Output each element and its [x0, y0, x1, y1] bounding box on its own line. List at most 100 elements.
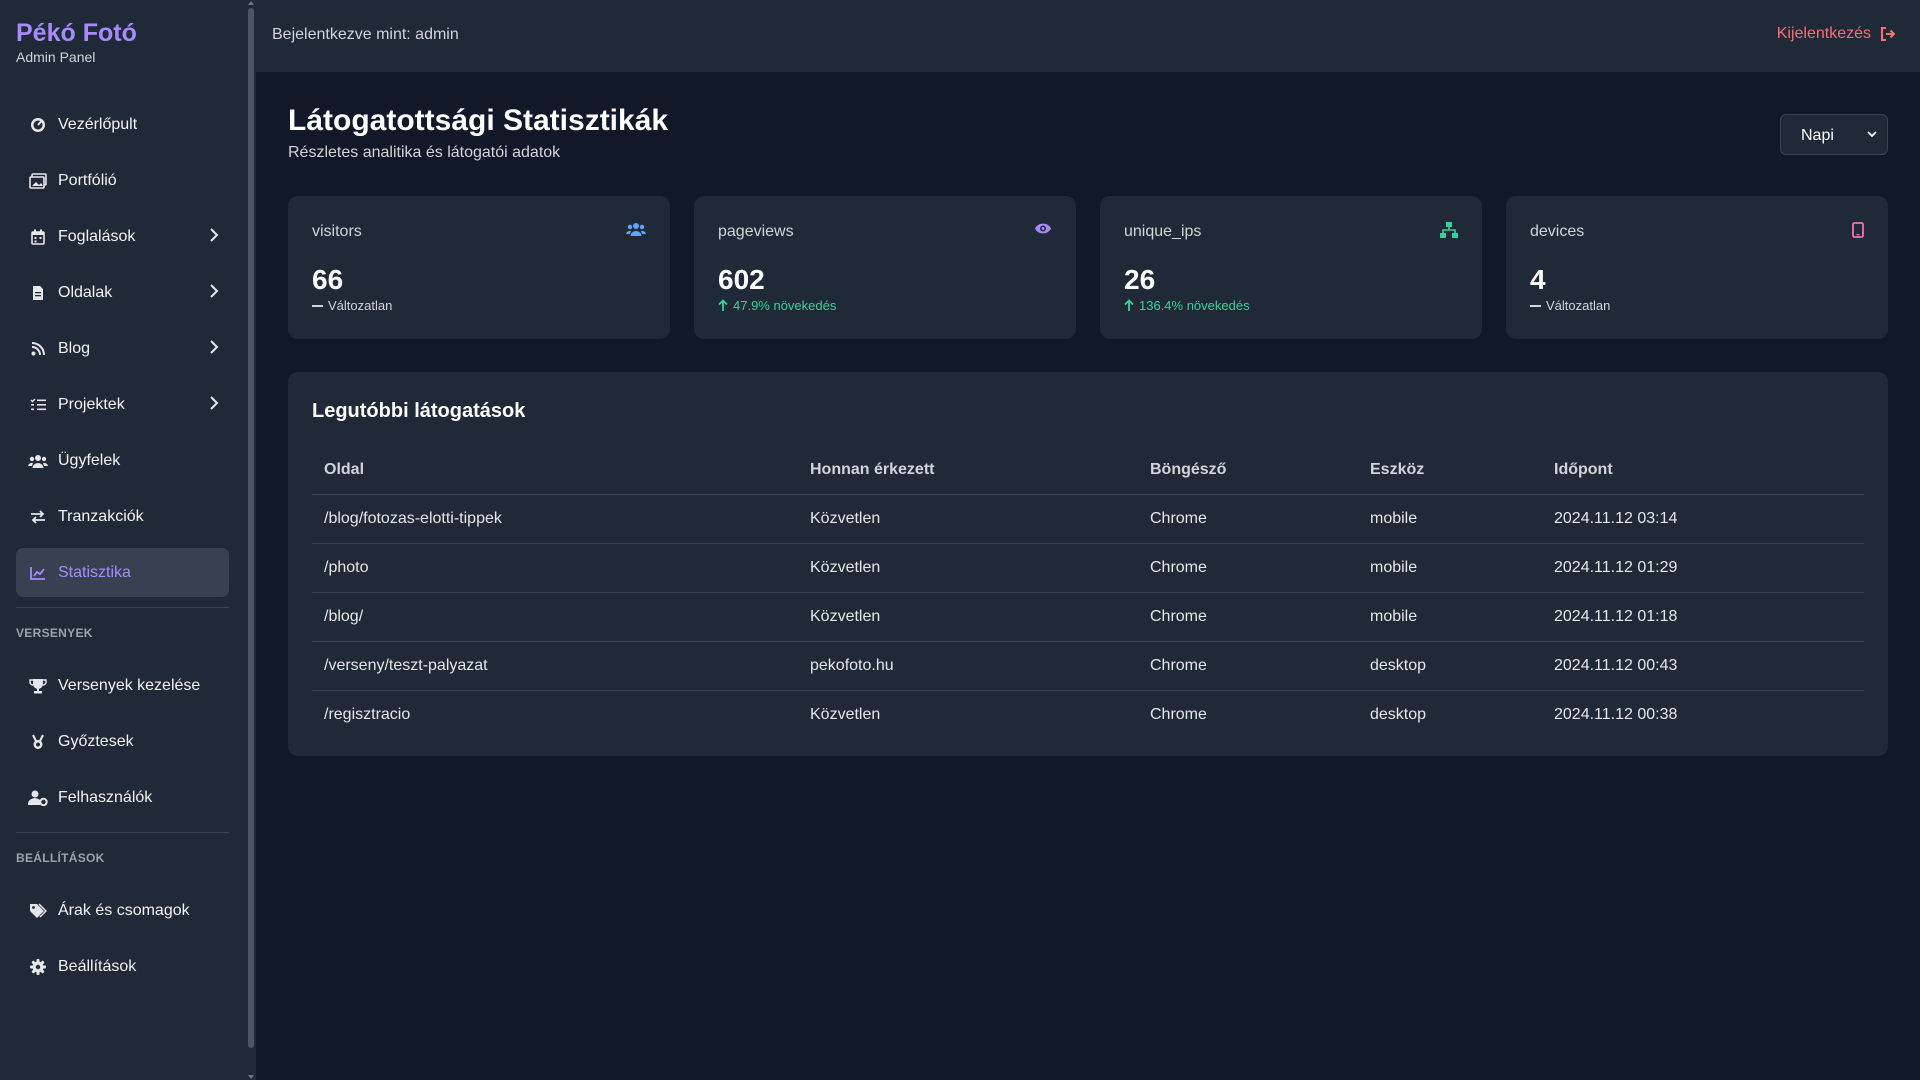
- table-row: /verseny/teszt-palyazat pekofoto.hu Chro…: [312, 641, 1864, 691]
- chevron-right-icon: [209, 395, 219, 416]
- sidebar-scrollbar[interactable]: [246, 0, 256, 1080]
- stat-card-pageviews: pageviews 602 47.9% növekedés: [694, 196, 1076, 339]
- cell-time: 2024.11.12 03:14: [1542, 494, 1864, 544]
- stat-card-change: Változatlan: [312, 298, 392, 313]
- cell-time: 2024.11.12 01:18: [1542, 592, 1864, 642]
- column-header-bongeszo: Böngésző: [1138, 446, 1358, 495]
- scrollbar-thumb[interactable]: [248, 8, 254, 1048]
- brand[interactable]: Pékó Fotó Admin Panel: [16, 18, 137, 66]
- stat-card-label: unique_ips: [1124, 223, 1202, 240]
- sidebar-item-label: Tranzakciók: [58, 507, 144, 525]
- sidebar-item-gyoztesek[interactable]: Győztesek: [16, 717, 229, 766]
- arrow-up-icon: [1124, 299, 1134, 312]
- dash-icon: [1530, 304, 1541, 308]
- cell-referrer: Közvetlen: [810, 705, 881, 723]
- sidebar-item-label: Portfólió: [58, 171, 117, 189]
- blog-icon: [28, 339, 48, 359]
- chevron-down-icon: [1867, 131, 1877, 138]
- sidebar-item-label: Foglalások: [58, 227, 136, 245]
- sidebar-item-oldalak[interactable]: Oldalak: [16, 268, 229, 317]
- sidebar-item-foglalasok[interactable]: Foglalások: [16, 212, 229, 261]
- users-icon: [28, 451, 48, 471]
- dash-icon: [312, 304, 323, 308]
- arrow-up-icon: [718, 299, 728, 312]
- scroll-up-arrow-icon[interactable]: [248, 1, 254, 5]
- file-icon: [28, 283, 48, 303]
- stat-card-change: 136.4% növekedés: [1124, 298, 1250, 313]
- recent-visits-title: Legutóbbi látogatások: [312, 400, 526, 422]
- stat-card-change-text: 136.4% növekedés: [1139, 298, 1250, 313]
- stat-card-label: visitors: [312, 223, 362, 240]
- logged-in-label: Bejelentkezve mint: admin: [272, 26, 459, 43]
- chevron-right-icon: [209, 283, 219, 304]
- cell-browser: Chrome: [1138, 641, 1358, 691]
- exchange-icon: [28, 507, 48, 527]
- sidebar-section-title: VERSENYEK: [16, 607, 229, 651]
- sidebar-item-vezerlopult[interactable]: Vezérlőpult: [16, 100, 229, 149]
- sidebar-item-portfolio[interactable]: Portfólió: [16, 156, 229, 205]
- sidebar-item-label: Blog: [58, 339, 91, 357]
- user-gear-icon: [28, 788, 48, 808]
- sidebar-item-arak-es-csomagok[interactable]: Árak és csomagok: [16, 886, 229, 935]
- dashboard-icon: [28, 115, 48, 135]
- sidebar-item-blog[interactable]: Blog: [16, 324, 229, 373]
- chevron-right-icon: [209, 339, 219, 360]
- stat-card-devices: devices 4 Változatlan: [1506, 196, 1888, 339]
- cell-page: /blog/fotozas-elotti-tippek: [312, 494, 798, 544]
- topbar: Bejelentkezve mint: admin Kijelentkezés: [256, 0, 1920, 72]
- stat-card-change: 47.9% növekedés: [718, 298, 836, 313]
- sidebar-item-ugyfelek[interactable]: Ügyfelek: [16, 436, 229, 485]
- period-select[interactable]: Napi: [1780, 114, 1888, 155]
- sidebar: Pékó Fotó Admin Panel Vezérlőpult Portfó…: [0, 0, 246, 1080]
- stat-card-unique-ips: unique_ips 26 136.4% növekedés: [1100, 196, 1482, 339]
- tags-icon: [28, 901, 48, 921]
- stat-card-change-text: Változatlan: [328, 298, 393, 313]
- sidebar-item-label: Oldalak: [58, 283, 113, 301]
- cell-browser: Chrome: [1138, 543, 1358, 593]
- sidebar-item-statisztika[interactable]: Statisztika: [16, 548, 229, 597]
- sidebar-section-title: BEÁLLÍTÁSOK: [16, 832, 229, 876]
- cell-page: /photo: [312, 543, 798, 593]
- sidebar-item-label: Győztesek: [58, 732, 134, 750]
- sidebar-item-versenyek-kezelese[interactable]: Versenyek kezelése: [16, 661, 229, 710]
- stat-card-value: 26: [1124, 264, 1156, 295]
- cell-page: /verseny/teszt-palyazat: [312, 641, 798, 691]
- sidebar-item-label: Ügyfelek: [58, 451, 121, 469]
- cell-device: mobile: [1358, 592, 1542, 642]
- column-header-oldal: Oldal: [312, 446, 798, 495]
- cell-browser: Chrome: [1138, 494, 1358, 544]
- logout-button[interactable]: Kijelentkezés: [1777, 25, 1896, 43]
- cell-browser: Chrome: [1138, 592, 1358, 642]
- stat-card-label: devices: [1530, 223, 1585, 240]
- cell-device: desktop: [1358, 641, 1542, 691]
- brand-subtitle: Admin Panel: [16, 49, 96, 65]
- table-row: /regisztracio Közvetlen Chrome desktop 2…: [312, 690, 1864, 739]
- period-select-value: Napi: [1801, 127, 1834, 144]
- table-row: /blog/ Közvetlen Chrome mobile 2024.11.1…: [312, 592, 1864, 642]
- sign-out-icon: [1881, 27, 1896, 41]
- recent-visits-table: Oldal Honnan érkezett Böngésző Eszköz Id…: [312, 446, 1864, 739]
- cell-referrer: pekofoto.hu: [798, 641, 1138, 691]
- stat-card-change-text: 47.9% növekedés: [733, 298, 837, 313]
- sidebar-item-beallitasok[interactable]: Beállítások: [16, 942, 229, 991]
- sidebar-item-label: Árak és csomagok: [58, 901, 190, 919]
- scroll-down-arrow-icon[interactable]: [248, 1075, 254, 1079]
- stat-card-value: 66: [312, 264, 344, 295]
- sidebar-item-tranzakciok[interactable]: Tranzakciók: [16, 492, 229, 541]
- table-row: /photo Közvetlen Chrome mobile 2024.11.1…: [312, 543, 1864, 593]
- table-header-row: Oldal Honnan érkezett Böngésző Eszköz Id…: [312, 446, 1864, 495]
- stat-card-value: 602: [718, 264, 765, 295]
- sidebar-item-projektek[interactable]: Projektek: [16, 380, 229, 429]
- sidebar-nav: Vezérlőpult Portfólió Foglalások Oldalak…: [16, 100, 229, 998]
- eye-icon: [1034, 222, 1052, 240]
- sidebar-item-felhasznalok[interactable]: Felhasználók: [16, 773, 229, 822]
- cell-browser: Chrome: [1150, 705, 1207, 723]
- trophy-icon: [28, 676, 48, 696]
- page-subtitle: Részletes analitika és látogatói adatok: [288, 144, 561, 161]
- cell-device: mobile: [1358, 543, 1542, 593]
- cell-page: /blog/: [312, 592, 798, 642]
- stat-card-value: 4: [1530, 264, 1546, 295]
- gear-icon: [28, 957, 48, 977]
- cell-page: /regisztracio: [324, 705, 411, 723]
- stat-card-change: Változatlan: [1530, 298, 1610, 313]
